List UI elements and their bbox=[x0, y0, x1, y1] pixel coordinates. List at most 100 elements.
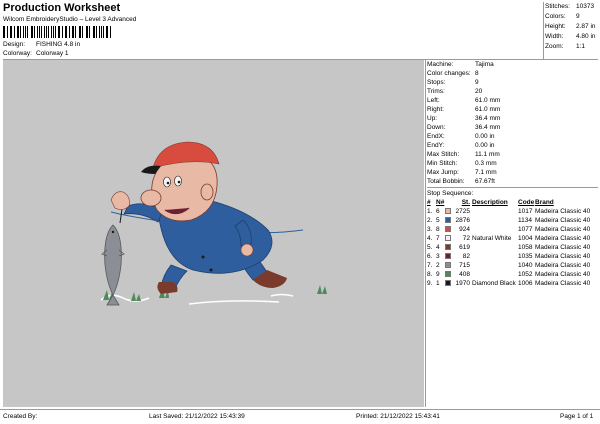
row-code: 1077 bbox=[518, 226, 533, 233]
color-swatch bbox=[445, 252, 453, 261]
detail-value: 11.1 mm bbox=[475, 151, 500, 158]
sequence-row: 8. 9 408 1052 Madeira Classic 40 bbox=[427, 270, 598, 279]
detail-label: EndY: bbox=[427, 142, 445, 149]
color-swatch bbox=[445, 207, 453, 216]
header-needle: N# bbox=[436, 199, 445, 206]
row-stitches: 2876 bbox=[455, 217, 470, 224]
sequence-header-row: # N# St. Description Code Brand bbox=[427, 198, 598, 207]
detail-value: 36.4 mm bbox=[475, 115, 501, 122]
detail-value: 0.00 in bbox=[475, 133, 495, 140]
detail-value: 9 bbox=[475, 79, 479, 86]
detail-label: EndX: bbox=[427, 133, 445, 140]
detail-label: Max Jump: bbox=[427, 169, 459, 176]
color-swatch-fill bbox=[445, 280, 451, 286]
row-num: 4. bbox=[427, 235, 433, 242]
sequence-row: 4. 7 72 Natural White 1004 Madeira Classic 40 bbox=[427, 234, 598, 243]
stat-value: 4.80 in bbox=[576, 33, 596, 40]
row-description bbox=[472, 270, 518, 279]
row-needle: 9 bbox=[436, 271, 440, 278]
detail-row: Max Stitch: 11.1 mm bbox=[427, 150, 598, 159]
detail-label: Max Stitch: bbox=[427, 151, 460, 158]
sequence-row: 2. 5 2876 1134 Madeira Classic 40 bbox=[427, 216, 598, 225]
row-brand: Madeira Classic 40 bbox=[535, 226, 591, 233]
detail-row: EndY: 0.00 in bbox=[427, 141, 598, 150]
detail-label: Machine: bbox=[427, 61, 454, 68]
detail-value: 67.67ft bbox=[475, 178, 495, 185]
detail-row: Machine: Tajima bbox=[427, 60, 598, 69]
color-swatch-fill bbox=[445, 244, 451, 250]
barcode-bar bbox=[44, 26, 45, 38]
header-code: Code bbox=[518, 199, 535, 206]
row-description bbox=[472, 216, 518, 225]
row-stitches: 2725 bbox=[455, 208, 470, 215]
sequence-row: 3. 8 924 1077 Madeira Classic 40 bbox=[427, 225, 598, 234]
row-stitches: 408 bbox=[459, 271, 470, 278]
detail-value: 0.3 mm bbox=[475, 160, 497, 167]
row-stitches: 72 bbox=[462, 235, 470, 242]
detail-label: Up: bbox=[427, 115, 438, 122]
row-code: 1017 bbox=[518, 208, 533, 215]
detail-value: 8 bbox=[475, 70, 479, 77]
color-swatch-fill bbox=[445, 253, 451, 259]
row-num: 8. bbox=[427, 271, 433, 278]
row-description bbox=[472, 243, 518, 252]
detail-value: 36.4 mm bbox=[475, 124, 501, 131]
barcode-bar bbox=[78, 26, 80, 38]
detail-row: Min Stitch: 0.3 mm bbox=[427, 159, 598, 168]
last-saved-text: Last Saved: 21/12/2022 15:43:39 bbox=[149, 413, 245, 420]
stat-value: 9 bbox=[576, 13, 580, 20]
color-swatch-fill bbox=[445, 226, 451, 232]
color-swatch-fill bbox=[445, 208, 451, 214]
stat-value: 10373 bbox=[576, 3, 595, 10]
row-stitches: 924 bbox=[459, 226, 470, 233]
detail-row: Stops: 9 bbox=[427, 78, 598, 87]
row-num: 6. bbox=[427, 253, 433, 260]
row-code: 1052 bbox=[518, 271, 533, 278]
color-swatch-fill bbox=[445, 217, 451, 223]
row-stitches: 715 bbox=[459, 262, 470, 269]
header-brand: Brand bbox=[535, 199, 554, 206]
detail-row: Down: 36.4 mm bbox=[427, 123, 598, 132]
row-needle: 3 bbox=[436, 253, 440, 260]
color-swatch bbox=[445, 234, 453, 243]
detail-row: Trims: 20 bbox=[427, 87, 598, 96]
row-brand: Madeira Classic 40 bbox=[535, 244, 591, 251]
created-by-label: Created By: bbox=[3, 413, 38, 420]
header-stitches: St. bbox=[461, 199, 470, 206]
sequence-row: 9. 1 1970 Diamond Black 1006 Madeira Classic … bbox=[427, 279, 598, 288]
row-description bbox=[472, 225, 518, 234]
row-num: 7. bbox=[427, 262, 433, 269]
stat-value: 1:1 bbox=[576, 43, 586, 50]
colorway-value: Colorway 1 bbox=[36, 50, 69, 57]
row-brand: Madeira Classic 40 bbox=[535, 217, 591, 224]
detail-value: 0.00 in bbox=[475, 142, 495, 149]
color-swatch bbox=[445, 261, 453, 270]
design-preview bbox=[3, 60, 424, 407]
sequence-rows: 1. 6 2725 1017 Madeira Classic 40 2. 5 2876 113… bbox=[427, 207, 598, 288]
row-description: Diamond Black bbox=[472, 280, 516, 287]
barcode-bar bbox=[27, 26, 28, 38]
row-description: Natural White bbox=[472, 235, 512, 242]
detail-label: Left: bbox=[427, 97, 440, 104]
detail-label: Color changes: bbox=[427, 70, 471, 77]
detail-row: Max Jump: 7.1 mm bbox=[427, 168, 598, 177]
detail-label: Trims: bbox=[427, 88, 445, 95]
stat-label: Width: bbox=[545, 33, 564, 40]
row-needle: 5 bbox=[436, 217, 440, 224]
row-needle: 2 bbox=[436, 262, 440, 269]
page-number: Page 1 of 1 bbox=[560, 413, 594, 420]
barcode-bar bbox=[93, 26, 95, 38]
header-num: # bbox=[427, 199, 431, 206]
row-needle: 7 bbox=[436, 235, 440, 242]
detail-value: 61.0 mm bbox=[475, 97, 501, 104]
header-swatch-spacer bbox=[445, 198, 453, 207]
row-description bbox=[472, 252, 518, 261]
worksheet-title: Production Worksheet bbox=[3, 2, 121, 14]
row-num: 5. bbox=[427, 244, 433, 251]
color-swatch-fill bbox=[445, 271, 451, 277]
detail-label: Min Stitch: bbox=[427, 160, 458, 167]
stat-row: Width: 4.80 in bbox=[545, 32, 596, 42]
detail-value: 20 bbox=[475, 88, 483, 95]
detail-value: 7.1 mm bbox=[475, 169, 497, 176]
detail-label: Down: bbox=[427, 124, 446, 131]
